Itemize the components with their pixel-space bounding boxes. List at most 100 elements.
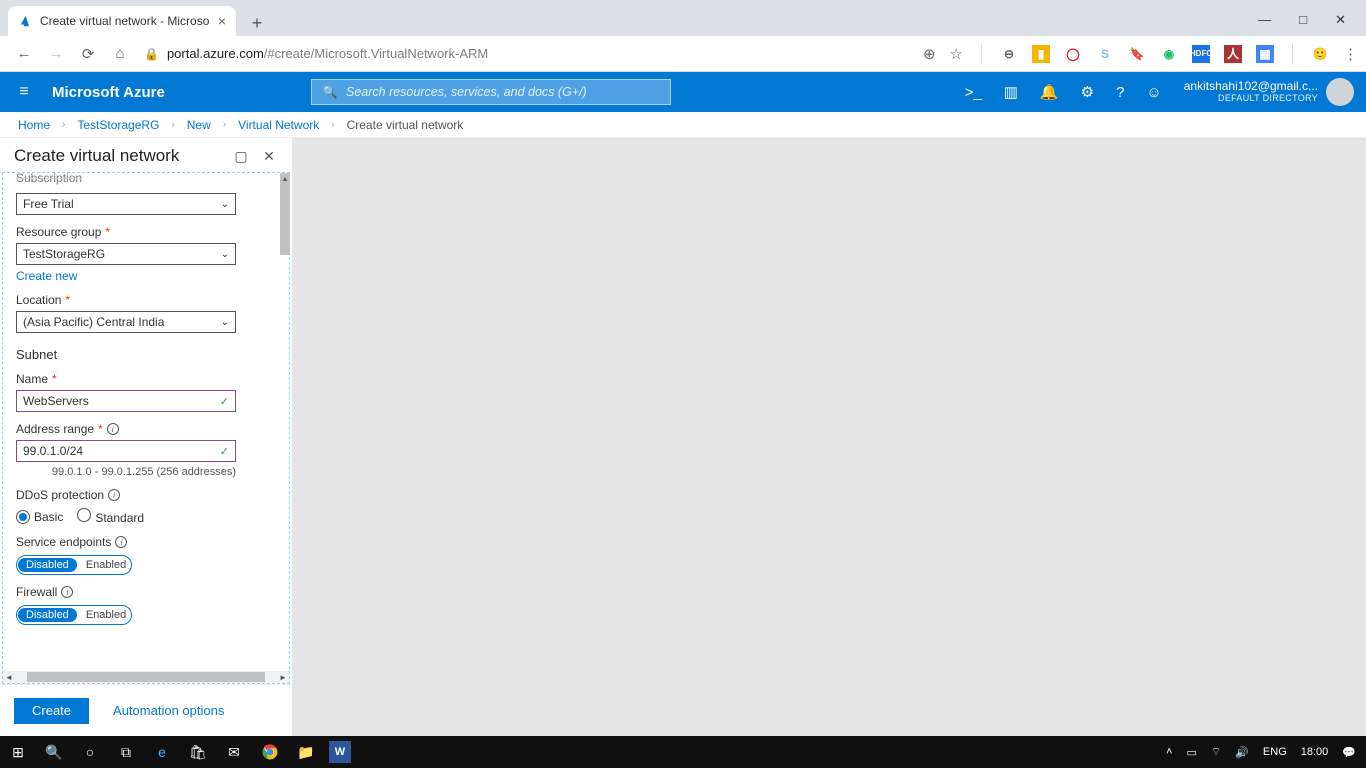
- browser-tab[interactable]: Create virtual network - Microso ×: [8, 6, 236, 36]
- address-range-label: Address range: [16, 422, 94, 436]
- service-endpoints-toggle[interactable]: Disabled Enabled: [16, 555, 132, 575]
- language-indicator[interactable]: ENG: [1263, 746, 1287, 758]
- lock-icon: 🔒: [144, 47, 159, 61]
- firewall-label: Firewall: [16, 585, 57, 599]
- main-area: Create virtual network ▢ ✕ ▲ Subscriptio…: [0, 138, 1366, 736]
- chrome-icon[interactable]: [252, 736, 288, 768]
- file-explorer-icon[interactable]: 📁: [288, 736, 324, 768]
- horizontal-scrollbar[interactable]: ◄►: [3, 671, 289, 683]
- subnet-name-value: WebServers: [23, 394, 89, 408]
- rg-label: Resource group: [16, 225, 101, 239]
- breadcrumb-rg[interactable]: TestStorageRG: [77, 118, 159, 132]
- search-icon[interactable]: 🔍: [36, 736, 72, 768]
- start-button[interactable]: ⊞: [0, 736, 36, 768]
- info-icon[interactable]: i: [115, 536, 127, 548]
- cloud-shell-icon[interactable]: >_: [965, 84, 982, 101]
- taskview-icon[interactable]: ⧉: [108, 736, 144, 768]
- breadcrumb-current: Create virtual network: [347, 118, 464, 132]
- extension-icon[interactable]: 人: [1224, 45, 1242, 63]
- pin-icon[interactable]: ▢: [232, 147, 250, 165]
- word-icon[interactable]: W: [329, 741, 351, 763]
- extension-icon[interactable]: ⊖: [1000, 45, 1018, 63]
- user-email: ankitshahi102@gmail.c...: [1184, 80, 1318, 93]
- azure-search[interactable]: 🔍 Search resources, services, and docs (…: [311, 79, 671, 105]
- resource-group-select[interactable]: TestStorageRG ⌄: [16, 243, 236, 265]
- extension-icon[interactable]: ▦: [1256, 45, 1274, 63]
- info-icon[interactable]: i: [108, 489, 120, 501]
- mail-icon[interactable]: ✉: [216, 736, 252, 768]
- back-button[interactable]: ←: [12, 42, 36, 66]
- battery-icon[interactable]: ▭: [1186, 746, 1196, 759]
- volume-icon[interactable]: 🔊: [1235, 746, 1249, 759]
- address-range-hint: 99.0.1.0 - 99.0.1.255 (256 addresses): [16, 466, 236, 478]
- breadcrumb-vnet[interactable]: Virtual Network: [238, 118, 319, 132]
- hamburger-icon[interactable]: ≡: [0, 83, 48, 101]
- address-range-value: 99.0.1.0/24: [23, 444, 83, 458]
- help-icon[interactable]: ?: [1116, 84, 1124, 101]
- create-vnet-blade: Create virtual network ▢ ✕ ▲ Subscriptio…: [0, 138, 292, 736]
- extension-icon[interactable]: HDFC: [1192, 45, 1210, 63]
- ddos-standard-radio[interactable]: Standard: [77, 508, 144, 525]
- subnet-name-input[interactable]: WebServers ✓: [16, 390, 236, 412]
- user-account[interactable]: ankitshahi102@gmail.c... DEFAULT DIRECTO…: [1184, 78, 1354, 106]
- create-new-rg-link[interactable]: Create new: [16, 269, 276, 283]
- home-button[interactable]: ⌂: [108, 42, 132, 66]
- new-tab-button[interactable]: +: [244, 10, 270, 36]
- info-icon[interactable]: i: [107, 423, 119, 435]
- search-placeholder: Search resources, services, and docs (G+…: [346, 85, 587, 99]
- blade-footer: Create Automation options: [0, 684, 292, 736]
- feedback-icon[interactable]: ☺: [1146, 84, 1161, 101]
- action-center-icon[interactable]: 💬: [1342, 746, 1356, 759]
- extension-icon[interactable]: ▮: [1032, 45, 1050, 63]
- close-window-icon[interactable]: ✕: [1335, 12, 1346, 28]
- subscription-select[interactable]: Free Trial ⌄: [16, 193, 236, 215]
- blade-title: Create virtual network: [14, 146, 179, 166]
- settings-icon[interactable]: ⚙: [1081, 83, 1094, 101]
- automation-options-link[interactable]: Automation options: [113, 703, 224, 718]
- firewall-toggle[interactable]: Disabled Enabled: [16, 605, 132, 625]
- extension-icon[interactable]: 🔖: [1128, 45, 1146, 63]
- minimize-icon[interactable]: —: [1258, 12, 1271, 28]
- location-value: (Asia Pacific) Central India: [23, 315, 164, 329]
- breadcrumb-new[interactable]: New: [187, 118, 211, 132]
- azure-logo[interactable]: Microsoft Azure: [52, 84, 165, 101]
- cortana-icon[interactable]: ○: [72, 736, 108, 768]
- address-range-input[interactable]: 99.0.1.0/24 ✓: [16, 440, 236, 462]
- notifications-icon[interactable]: 🔔: [1040, 83, 1059, 101]
- tab-close-icon[interactable]: ×: [218, 13, 226, 29]
- clock[interactable]: 18:00: [1301, 746, 1329, 758]
- scrollbar-thumb[interactable]: [280, 185, 290, 255]
- url-host: portal.azure.com: [167, 46, 264, 61]
- toggle-disabled: Disabled: [18, 558, 77, 572]
- address-bar[interactable]: 🔒 portal.azure.com /#create/Microsoft.Vi…: [144, 40, 915, 68]
- avatar: [1326, 78, 1354, 106]
- location-select[interactable]: (Asia Pacific) Central India ⌄: [16, 311, 236, 333]
- star-icon[interactable]: ☆: [950, 45, 963, 63]
- close-blade-icon[interactable]: ✕: [260, 147, 278, 165]
- subscription-label-cut: Subscription: [16, 172, 276, 185]
- store-icon[interactable]: 🛍: [180, 736, 216, 768]
- breadcrumb-home[interactable]: Home: [18, 118, 50, 132]
- extension-icon[interactable]: ◉: [1160, 45, 1178, 63]
- scrollbar-up-icon[interactable]: ▲: [280, 173, 290, 185]
- tray-chevron-icon[interactable]: ˄: [1166, 746, 1172, 758]
- directory-filter-icon[interactable]: ▥: [1004, 83, 1018, 101]
- profile-avatar[interactable]: 🙂: [1311, 45, 1329, 63]
- toggle-enabled: Enabled: [78, 559, 126, 571]
- chrome-menu-icon[interactable]: ⋮: [1343, 45, 1358, 63]
- breadcrumb: Home › TestStorageRG › New › Virtual Net…: [0, 112, 1366, 138]
- wifi-icon[interactable]: ⌔: [1211, 745, 1221, 759]
- info-icon[interactable]: i: [61, 586, 73, 598]
- zoom-icon[interactable]: ⊕: [923, 45, 936, 63]
- extension-icon[interactable]: S: [1096, 45, 1114, 63]
- extension-icon[interactable]: ◯: [1064, 45, 1082, 63]
- edge-icon[interactable]: e: [144, 736, 180, 768]
- url-path: /#create/Microsoft.VirtualNetwork-ARM: [264, 46, 488, 61]
- ddos-basic-radio[interactable]: Basic: [16, 510, 63, 524]
- chevron-down-icon: ⌄: [221, 317, 229, 328]
- blade-body: ▲ Subscription Free Trial ⌄ Resource gro…: [2, 172, 290, 684]
- reload-button[interactable]: ⟳: [76, 42, 100, 66]
- create-button[interactable]: Create: [14, 698, 89, 724]
- maximize-icon[interactable]: □: [1299, 12, 1307, 28]
- search-icon: 🔍: [322, 85, 338, 100]
